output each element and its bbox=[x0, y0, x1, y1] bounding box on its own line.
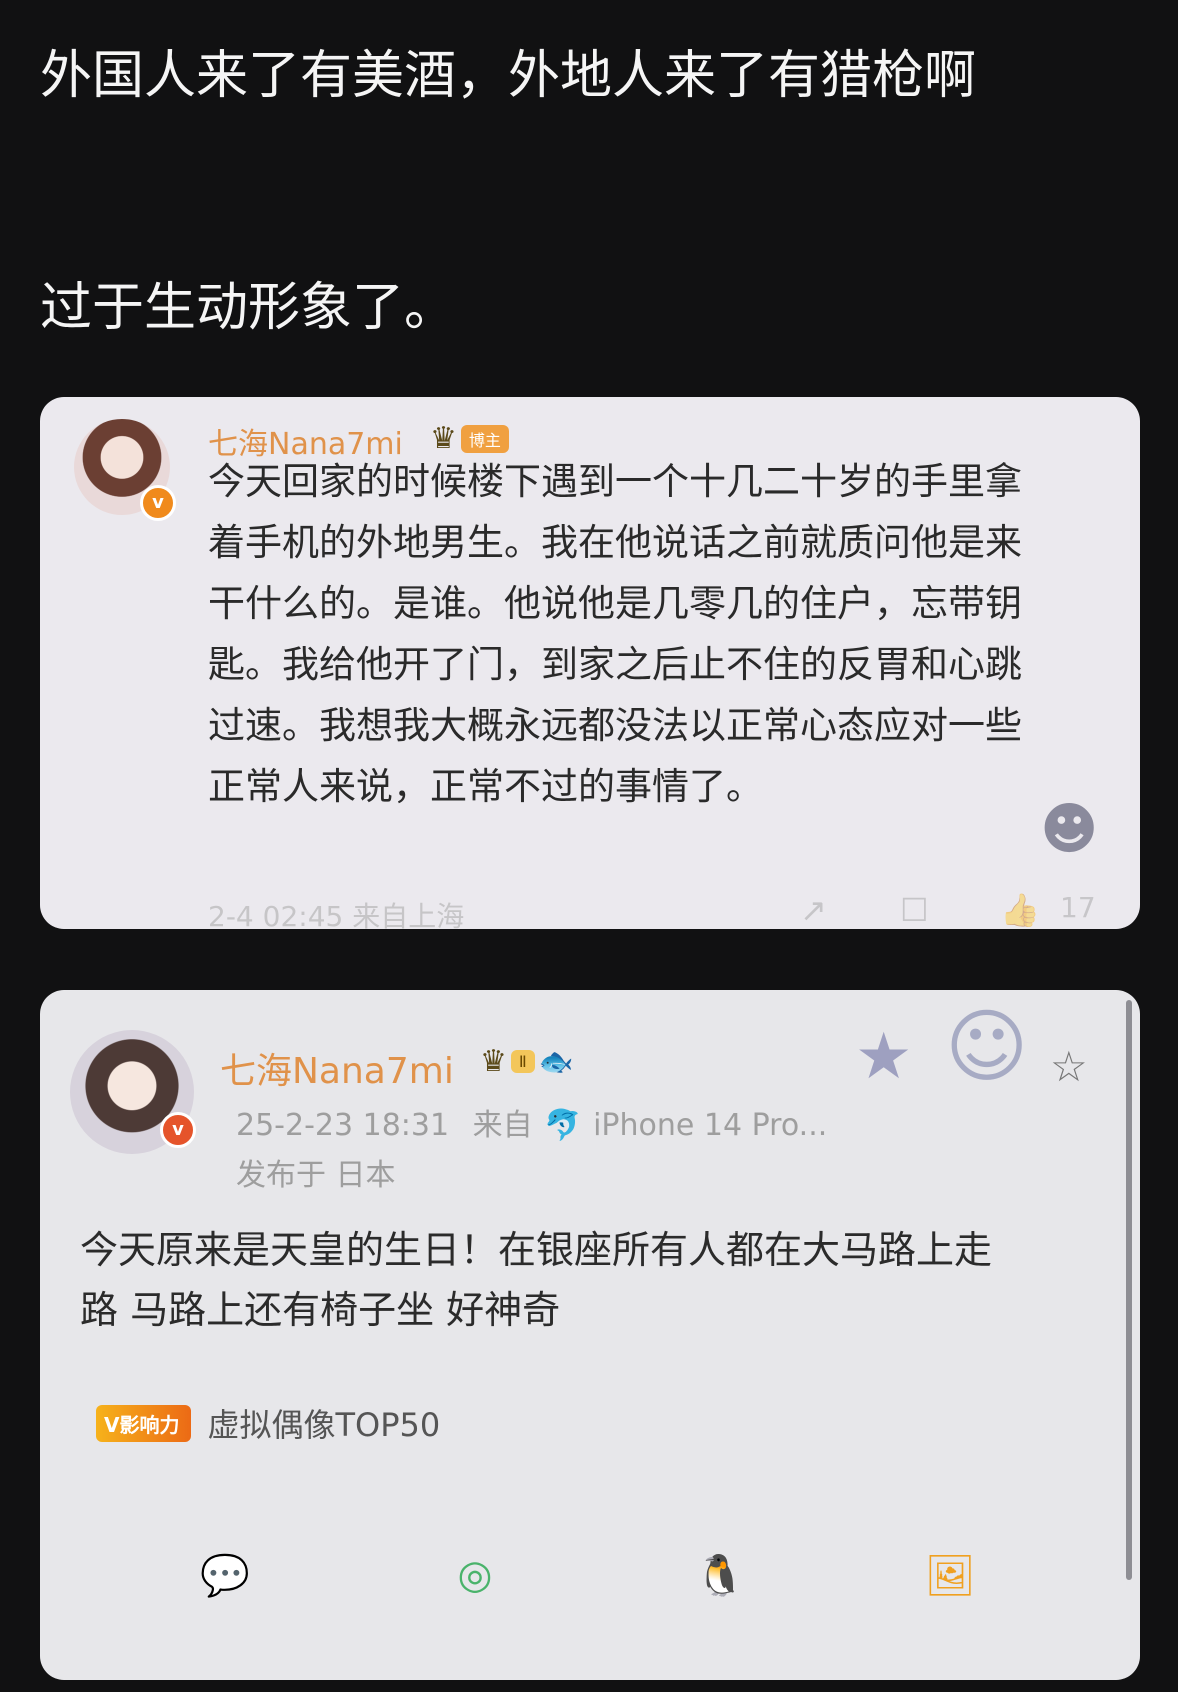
like-icon[interactable]: 👍 bbox=[1000, 891, 1040, 929]
weibo-card-2[interactable]: v 七海Nana7mi ♛ Ⅱ 🐟 ★ ☺ ☆ 25-2-23 18:31 来自… bbox=[40, 990, 1140, 1680]
qq-icon[interactable]: 🐧 bbox=[685, 1540, 755, 1610]
comment-icon[interactable]: ☐ bbox=[900, 891, 929, 929]
influence-logo: V影响力 bbox=[96, 1404, 192, 1442]
crown-icon: ♛ bbox=[480, 1044, 507, 1079]
member-crown: ♛ Ⅱ 🐟 bbox=[480, 1044, 574, 1079]
device-icon: 🐬 bbox=[544, 1108, 582, 1143]
influence-badge[interactable]: V影响力 虚拟偶像TOP50 bbox=[96, 1400, 440, 1446]
save-image-icon[interactable]: 🖼 bbox=[915, 1540, 985, 1610]
post-body: 今天原来是天皇的生日！在银座所有人都在大马路上走路 马路上还有椅子坐 好神奇 bbox=[80, 1228, 993, 1332]
username[interactable]: 七海Nana7mi bbox=[220, 1042, 454, 1094]
source-device[interactable]: iPhone 14 Pro... bbox=[593, 1108, 827, 1143]
verified-badge: v bbox=[140, 485, 176, 521]
favorite-icon[interactable]: ☆ bbox=[1050, 1042, 1088, 1091]
post-body: 今天回家的时候楼下遇到一个十几二十岁的手里拿着手机的外地男生。我在他说话之前就质… bbox=[208, 460, 1022, 808]
scrollbar[interactable] bbox=[1126, 1000, 1132, 1580]
sticker-icon: ☻ bbox=[1040, 797, 1099, 862]
post-location: 发布于 日本 bbox=[236, 1158, 396, 1193]
like-count: 17 bbox=[1060, 891, 1096, 924]
weibo-card-1[interactable]: v 七海Nana7mi ♛ 博主 今天回家的时候楼下遇到一个十几二十岁的手里拿着… bbox=[40, 397, 1140, 929]
moments-icon[interactable]: ◎ bbox=[440, 1540, 510, 1610]
post-title: 外国人来了有美酒，外地人来了有猎枪啊 bbox=[40, 46, 977, 106]
wechat-icon[interactable]: 💬 bbox=[190, 1540, 260, 1610]
fish-icon: 🐟 bbox=[538, 1045, 574, 1078]
blogger-tag: 博主 bbox=[460, 424, 509, 453]
post-meta: 2-4 02:45 来自上海 bbox=[208, 900, 465, 929]
influence-rank: 虚拟偶像TOP50 bbox=[207, 1406, 441, 1444]
verified-badge: v bbox=[160, 1112, 196, 1148]
timestamp: 25-2-23 18:31 bbox=[236, 1108, 450, 1143]
level-tag: Ⅱ bbox=[510, 1050, 535, 1073]
post-subtitle: 过于生动形象了。 bbox=[40, 278, 457, 338]
ghost-sticker-icon: ☺ bbox=[945, 1000, 1029, 1093]
post-time-source: 25-2-23 18:31 来自 🐬 iPhone 14 Pro... bbox=[236, 1100, 827, 1144]
source-prefix: 来自 bbox=[472, 1108, 533, 1143]
star-sticker-icon: ★ bbox=[855, 1020, 913, 1094]
repost-icon[interactable]: ↗ bbox=[800, 891, 827, 929]
